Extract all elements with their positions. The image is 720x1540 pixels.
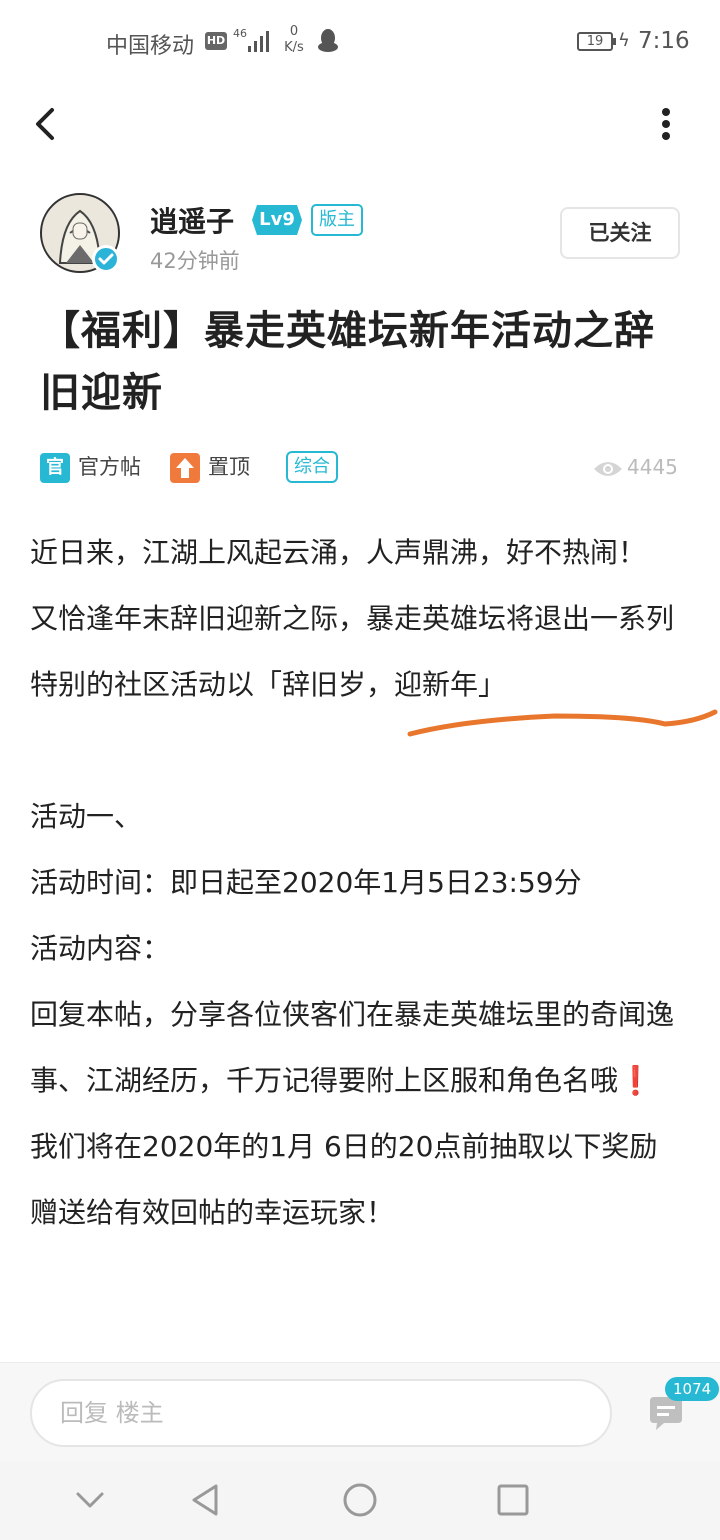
reply-bar: 回复 楼主 1074 xyxy=(0,1362,720,1462)
network-type: 46 xyxy=(233,27,247,40)
pin-up-arrow-icon xyxy=(170,453,200,483)
post-body: 近日来，江湖上风起云涌，人声鼎沸，好不热闹！ 又恰逢年末辞旧迎新之际，暴走英雄坛… xyxy=(30,520,680,1246)
eye-icon xyxy=(594,461,622,476)
speed-value: 0 xyxy=(289,24,299,39)
status-bar: 中国移动 HD 46 0 K/s 19 ϟ 7:16 xyxy=(0,0,720,84)
hd-icon: HD xyxy=(205,32,227,50)
paragraph: 我们将在2020年的1月 6日的20点前抽取以下奖励赠送给有效回帖的幸运玩家！ xyxy=(30,1130,658,1229)
signal-icon xyxy=(248,31,269,52)
post-title: 【福利】暴走英雄坛新年活动之辞旧迎新 xyxy=(40,308,655,416)
view-count-value: 4445 xyxy=(627,455,678,479)
nav-home-icon[interactable] xyxy=(340,1480,380,1520)
paragraph: 活动内容： xyxy=(30,932,171,965)
speed-unit: K/s xyxy=(284,40,304,55)
more-options-icon[interactable] xyxy=(652,104,680,144)
carrier-name: 中国移动 xyxy=(106,34,195,59)
paragraph: 近日来，江湖上风起云涌，人声鼎沸，好不热闹！ xyxy=(30,536,647,569)
paragraph: 回复本帖，分享各位侠客们在暴走英雄坛里的奇闻逸事、江湖经历，千万记得要附上区服和… xyxy=(30,998,675,1097)
official-post-label: 官方帖 xyxy=(78,455,141,479)
official-post-tag: 官官方帖 xyxy=(40,450,141,484)
battery-icon: 19 xyxy=(577,32,616,51)
verified-icon xyxy=(92,245,120,273)
nav-recents-icon[interactable] xyxy=(493,1480,533,1520)
follow-button[interactable]: 已关注 xyxy=(560,207,680,259)
moderator-badge: 版主 xyxy=(311,204,363,236)
paragraph: 又恰逢年末辞旧迎新之际，暴走英雄坛将退出一系列特别的社区活动以「辞旧岁，迎新年」 xyxy=(30,602,675,701)
official-icon: 官 xyxy=(40,453,70,483)
nav-back-icon[interactable] xyxy=(186,1480,226,1520)
paragraph: 活动时间：即日起至2020年1月5日23:59分 xyxy=(30,866,582,899)
chevron-down-icon[interactable] xyxy=(70,1480,110,1520)
clock: 7:16 xyxy=(638,28,690,54)
charging-icon: ϟ xyxy=(618,30,630,51)
reply-input[interactable]: 回复 楼主 xyxy=(30,1379,612,1447)
system-nav-bar xyxy=(0,1462,720,1540)
underline-scribble xyxy=(407,709,718,737)
network-speed: 0 K/s xyxy=(281,24,307,56)
level-badge: Lv9 xyxy=(252,205,302,235)
view-count: 4445 xyxy=(593,452,678,482)
comment-count-badge: 1074 xyxy=(665,1377,720,1401)
qq-icon xyxy=(318,29,338,52)
author-name[interactable]: 逍遥子 xyxy=(150,200,234,240)
post-time: 42分钟前 xyxy=(150,249,240,273)
pinned-tag: 置顶 xyxy=(170,450,250,484)
paragraph: 活动一、 xyxy=(30,800,143,833)
category-tag[interactable]: 综合 xyxy=(286,451,338,483)
back-icon[interactable] xyxy=(28,104,68,144)
pinned-label: 置顶 xyxy=(208,455,250,479)
